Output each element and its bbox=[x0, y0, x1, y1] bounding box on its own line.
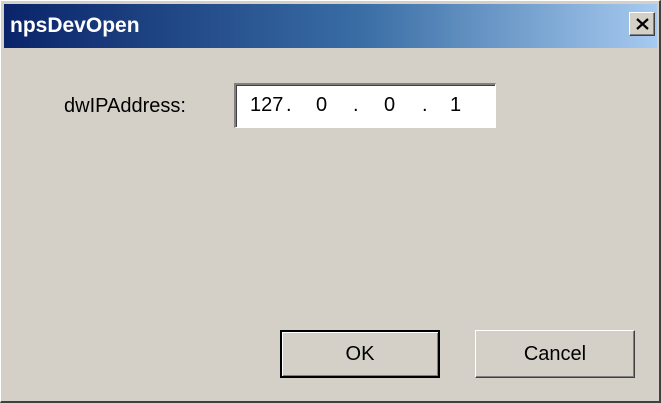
ip-octet-3[interactable]: 0 bbox=[384, 93, 395, 117]
close-icon bbox=[636, 18, 649, 30]
cancel-button[interactable]: Cancel bbox=[475, 330, 635, 378]
ip-octet-2[interactable]: 0 bbox=[316, 93, 327, 117]
ok-button[interactable]: OK bbox=[280, 330, 440, 378]
title-bar[interactable]: npsDevOpen bbox=[4, 4, 657, 48]
close-button[interactable] bbox=[629, 12, 655, 36]
ip-address-label: dwIPAddress: bbox=[64, 95, 186, 117]
window-title: npsDevOpen bbox=[10, 14, 140, 37]
ip-separator: . bbox=[422, 94, 428, 116]
ip-octet-4[interactable]: 1 bbox=[450, 93, 461, 117]
ip-address-input[interactable]: 127 . 0 . 0 . 1 bbox=[234, 83, 496, 128]
ip-octet-1[interactable]: 127 bbox=[250, 93, 283, 117]
ip-separator: . bbox=[353, 94, 359, 116]
ip-separator: . bbox=[286, 94, 292, 116]
dialog-window: npsDevOpen dwIPAddress: 127 . 0 . 0 . 1 … bbox=[0, 0, 661, 403]
